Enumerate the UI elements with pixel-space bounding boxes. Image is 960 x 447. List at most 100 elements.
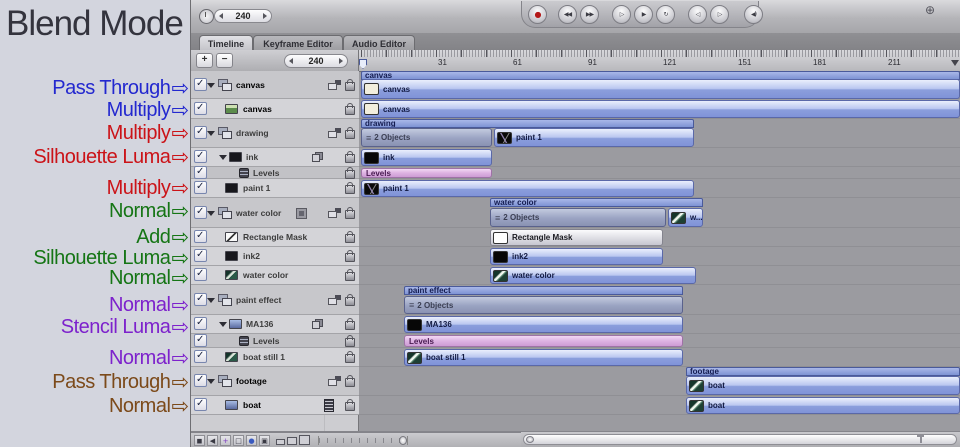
- tab-timeline[interactable]: Timeline: [199, 35, 253, 51]
- timeline-bar-footage-boat[interactable]: boat: [686, 376, 960, 395]
- lock-icon[interactable]: [345, 318, 355, 330]
- show-keyframes-button[interactable]: □: [233, 434, 244, 446]
- checkbox[interactable]: [194, 374, 207, 387]
- horizontal-scrollbar[interactable]: [523, 434, 957, 445]
- disclosure-triangle-icon[interactable]: [207, 210, 215, 216]
- lock-icon[interactable]: [345, 399, 355, 411]
- go-to-end-button[interactable]: ▶▶: [580, 4, 599, 24]
- timeline-tracks-area[interactable]: 1 31 61 91 121 151 181 211 canvas canvas…: [359, 50, 960, 431]
- track-size-large-icon[interactable]: [299, 434, 310, 445]
- timeline-bar-drawing-objects[interactable]: 2 Objects: [361, 128, 492, 147]
- group-strip-footage[interactable]: footage: [686, 367, 960, 376]
- checkbox[interactable]: [194, 101, 207, 115]
- panel-duration-stepper[interactable]: 240: [284, 54, 348, 68]
- audio-tracks-button[interactable]: ◀: [207, 434, 218, 446]
- play-button[interactable]: ▶: [634, 4, 653, 24]
- timeline-bar-water-color-w[interactable]: w...: [668, 208, 703, 227]
- checkbox[interactable]: [194, 165, 207, 179]
- checkbox[interactable]: [194, 230, 207, 243]
- layer-row-paint-effect-group[interactable]: paint effect: [191, 285, 359, 315]
- timeline-bar-boat[interactable]: boat: [686, 397, 960, 414]
- effects-button[interactable]: +: [220, 434, 231, 446]
- timeline-bar-canvas[interactable]: canvas: [361, 100, 960, 118]
- scrollbar-knob[interactable]: [526, 436, 534, 443]
- lock-icon[interactable]: [345, 375, 355, 387]
- timer-icon[interactable]: [199, 9, 214, 24]
- playhead-marker[interactable]: [359, 59, 367, 69]
- checkbox[interactable]: [194, 150, 207, 163]
- lock-icon[interactable]: [345, 151, 355, 163]
- tab-audio-editor[interactable]: Audio Editor: [343, 35, 415, 51]
- disclosure-triangle-icon[interactable]: [207, 379, 215, 384]
- lock-icon[interactable]: [345, 351, 355, 363]
- loop-button[interactable]: ↻: [656, 4, 675, 24]
- lock-icon[interactable]: [345, 166, 355, 179]
- go-to-start-button[interactable]: ◀◀: [558, 4, 577, 24]
- checkbox[interactable]: [194, 249, 207, 262]
- lock-icon[interactable]: [345, 78, 355, 91]
- disclosure-triangle-icon[interactable]: [207, 131, 215, 136]
- checkbox[interactable]: [194, 292, 207, 306]
- layers-view-button[interactable]: ▣: [259, 434, 270, 446]
- stepper-right-arrow-icon[interactable]: [263, 13, 267, 19]
- layer-row-water-color-group[interactable]: water color: [191, 198, 359, 228]
- layer-row-ink2[interactable]: ink2: [191, 247, 359, 266]
- timeline-bar-levels-1[interactable]: Levels: [361, 168, 492, 178]
- timeline-bar-paint-1[interactable]: paint 1: [361, 180, 694, 197]
- duration-stepper[interactable]: 240: [214, 9, 272, 23]
- timeline-bar-water-color-objects[interactable]: 2 Objects: [490, 208, 666, 227]
- timeline-bar-canvas-group[interactable]: canvas: [361, 79, 960, 99]
- group-strip-drawing[interactable]: drawing: [361, 119, 694, 128]
- step-forward-button[interactable]: ▷: [710, 4, 729, 24]
- checkbox[interactable]: [194, 268, 207, 281]
- end-marker-icon[interactable]: [951, 60, 959, 66]
- group-strip-water-color[interactable]: water color: [490, 198, 703, 207]
- layer-row-boat[interactable]: boat: [191, 396, 359, 415]
- track-display-button[interactable]: ◼: [194, 434, 205, 446]
- record-button[interactable]: ●: [528, 4, 547, 24]
- lock-icon[interactable]: [345, 102, 355, 115]
- audio-mute-button[interactable]: ◀): [744, 4, 763, 24]
- timeline-ruler[interactable]: 1 31 61 91 121 151 181 211: [359, 50, 960, 72]
- layer-row-rectangle-mask[interactable]: Rectangle Mask: [191, 228, 359, 247]
- remove-object-button[interactable]: −: [216, 53, 233, 68]
- lock-icon[interactable]: [345, 334, 355, 347]
- timeline-bar-drawing-paint-1[interactable]: paint 1: [494, 128, 694, 147]
- checkbox[interactable]: [194, 317, 207, 330]
- lock-icon[interactable]: [345, 293, 355, 306]
- play-from-start-button[interactable]: ▷: [612, 4, 631, 24]
- layer-row-levels-2[interactable]: Levels: [191, 333, 359, 348]
- disclosure-triangle-icon[interactable]: [207, 82, 215, 88]
- layer-row-paint-1[interactable]: paint 1: [191, 179, 359, 198]
- timeline-bar-ink[interactable]: ink: [361, 149, 492, 166]
- disclosure-triangle-icon[interactable]: [219, 322, 227, 327]
- checkbox[interactable]: [194, 350, 207, 363]
- timeline-bar-boat-still-1[interactable]: boat still 1: [404, 349, 683, 366]
- checkbox[interactable]: [194, 205, 207, 219]
- checkbox[interactable]: [194, 126, 207, 139]
- layer-row-levels-1[interactable]: Levels: [191, 165, 359, 179]
- timeline-bar-ink2[interactable]: ink2: [490, 248, 663, 265]
- zoom-slider-knob[interactable]: [399, 435, 407, 445]
- lock-icon[interactable]: [345, 250, 355, 262]
- markers-button[interactable]: ●: [246, 434, 257, 446]
- layer-row-water-color[interactable]: water color: [191, 266, 359, 285]
- disclosure-triangle-icon[interactable]: [219, 155, 227, 160]
- track-size-control[interactable]: [276, 434, 310, 445]
- panel-duration-value[interactable]: 240: [293, 56, 339, 66]
- checkbox[interactable]: [194, 398, 207, 411]
- tab-keyframe-editor[interactable]: Keyframe Editor: [253, 35, 343, 51]
- layer-row-drawing-group[interactable]: drawing: [191, 119, 359, 148]
- track-size-small-icon[interactable]: [276, 438, 285, 445]
- lock-icon[interactable]: [345, 206, 355, 219]
- lock-icon[interactable]: [345, 231, 355, 243]
- lock-icon[interactable]: [345, 269, 355, 281]
- layer-row-boat-still-1[interactable]: boat still 1: [191, 348, 359, 367]
- step-back-button[interactable]: ◁: [688, 4, 707, 24]
- timeline-bar-ma136[interactable]: MA136: [404, 316, 683, 333]
- checkbox[interactable]: [194, 77, 207, 91]
- lock-icon[interactable]: [345, 182, 355, 194]
- disclosure-triangle-icon[interactable]: [207, 297, 215, 303]
- layer-row-canvas[interactable]: canvas: [191, 99, 359, 119]
- group-strip-paint-effect[interactable]: paint effect: [404, 286, 683, 295]
